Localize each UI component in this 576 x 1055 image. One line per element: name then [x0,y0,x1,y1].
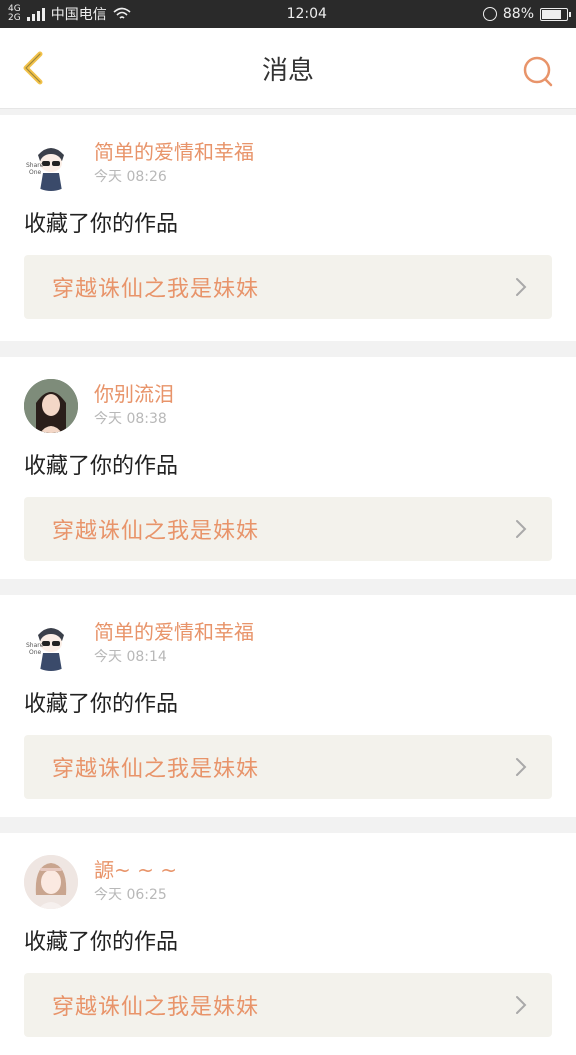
message-card: 你别流泪 今天 08:38 收藏了你的作品 穿越诛仙之我是妹妹 [0,357,576,579]
message-meta: 你别流泪 今天 08:38 [94,379,174,429]
chevron-right-icon [516,758,527,776]
username[interactable]: 謜~ ~ ~ [94,857,177,883]
message-list: Share One 简单的爱情和幸福 今天 08:26 收藏了你的作品 穿越诛仙… [0,115,576,1055]
carrier-name: 中国电信 [50,7,107,23]
svg-text:Share: Share [26,162,44,169]
work-link[interactable]: 穿越诛仙之我是妹妹 [24,973,552,1037]
message-time: 今天 08:38 [94,411,167,427]
signal-icon [26,7,45,21]
message-time: 今天 08:26 [94,169,167,185]
action-text: 收藏了你的作品 [24,692,179,717]
page-title: 消息 [261,55,314,86]
status-time: 12:04 [286,6,327,22]
avatar[interactable] [24,855,78,909]
avatar[interactable] [24,379,78,433]
svg-text:One: One [29,169,42,176]
username[interactable]: 你别流泪 [94,381,174,407]
action-text: 收藏了你的作品 [24,930,179,955]
svg-text:Share: Share [26,642,44,649]
avatar[interactable]: Share One [24,137,78,191]
chevron-right-icon [516,278,527,296]
message-meta: 简单的爱情和幸福 今天 08:14 [94,617,254,667]
network-type: 4G 2G [8,5,21,23]
search-icon[interactable] [522,56,554,88]
message-card: Share One 简单的爱情和幸福 今天 08:14 收藏了你的作品 穿越诛仙… [0,595,576,817]
battery-percent: 88% [502,6,534,22]
message-card: Share One 简单的爱情和幸福 今天 08:26 收藏了你的作品 穿越诛仙… [0,115,576,341]
chevron-right-icon [516,996,527,1014]
action-text: 收藏了你的作品 [24,212,179,237]
battery-icon [540,7,571,21]
chevron-right-icon [516,520,527,538]
message-header: 你别流泪 今天 08:38 [24,379,552,437]
work-link[interactable]: 穿越诛仙之我是妹妹 [24,497,552,561]
svg-text:One: One [29,649,42,656]
chevron-left-icon[interactable] [16,50,52,86]
message-time: 今天 08:14 [94,649,167,665]
navigation-bar: 消息 [0,28,576,109]
message-meta: 謜~ ~ ~ 今天 06:25 [94,855,177,905]
network-bottom: 2G [8,13,21,23]
work-title: 穿越诛仙之我是妹妹 [52,995,260,1020]
work-link[interactable]: 穿越诛仙之我是妹妹 [24,735,552,799]
message-meta: 简单的爱情和幸福 今天 08:26 [94,137,254,187]
message-time: 今天 06:25 [94,887,167,903]
wifi-icon [113,7,131,19]
status-right: 88% [482,6,571,22]
work-title: 穿越诛仙之我是妹妹 [52,757,260,782]
username[interactable]: 简单的爱情和幸福 [94,139,254,165]
message-header: 謜~ ~ ~ 今天 06:25 [24,855,552,913]
alarm-clock-icon [482,7,497,21]
message-card: 謜~ ~ ~ 今天 06:25 收藏了你的作品 穿越诛仙之我是妹妹 [0,833,576,1055]
work-title: 穿越诛仙之我是妹妹 [52,519,260,544]
work-link[interactable]: 穿越诛仙之我是妹妹 [24,255,552,319]
message-header: Share One 简单的爱情和幸福 今天 08:14 [24,617,552,675]
battery-fill [542,9,561,19]
username[interactable]: 简单的爱情和幸福 [94,619,254,645]
avatar[interactable]: Share One [24,617,78,671]
work-title: 穿越诛仙之我是妹妹 [52,277,260,302]
message-header: Share One 简单的爱情和幸福 今天 08:26 [24,137,552,195]
status-bar: 4G 2G 中国电信 12:04 88% [0,0,576,28]
action-text: 收藏了你的作品 [24,454,179,479]
status-left: 4G 2G 中国电信 [8,4,131,24]
